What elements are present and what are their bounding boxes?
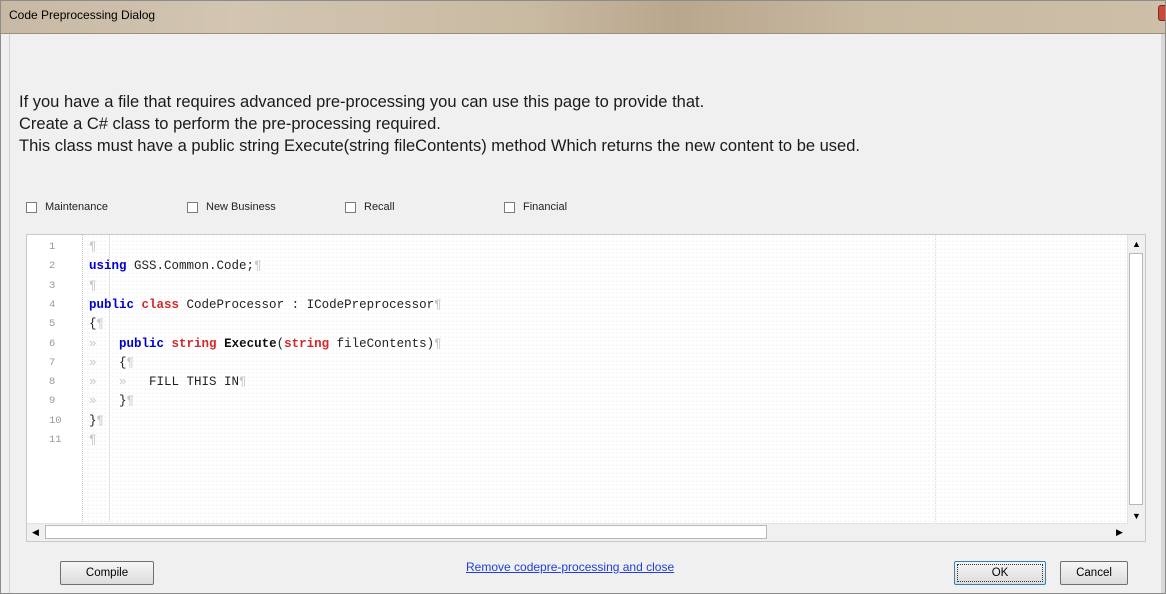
category-checkboxes: Maintenance New Business Recall Financia… <box>1 201 701 219</box>
checkbox-box[interactable] <box>345 201 356 213</box>
horizontal-scrollbar[interactable]: ◀ ▶ <box>27 523 1128 541</box>
pilcrow-icon: ¶ <box>89 240 97 254</box>
window-title: Code Preprocessing Dialog <box>9 8 156 22</box>
scrollbar-corner <box>1128 524 1145 541</box>
line-number: 11 <box>49 434 62 446</box>
window-left-edge <box>1 34 10 593</box>
line-number: 2 <box>49 260 56 273</box>
right-margin-line <box>935 235 936 524</box>
code-token: public <box>89 297 135 312</box>
code-token: CodeProcessor : ICodePreprocessor <box>179 297 435 312</box>
line-number: 6 <box>49 337 56 350</box>
line-number: 10 <box>49 414 62 427</box>
code-line[interactable]: » public string Execute(string fileConte… <box>89 337 442 351</box>
line-number: 4 <box>49 298 56 311</box>
code-token: ( <box>276 336 285 351</box>
instruction-line: This class must have a public string Exe… <box>19 137 860 155</box>
pilcrow-icon: ¶ <box>126 394 135 409</box>
pilcrow-icon: ¶ <box>126 355 135 370</box>
line-number: 8 <box>49 376 56 389</box>
code-line[interactable]: public class CodeProcessor : ICodePrepro… <box>89 298 442 312</box>
line-number: 1 <box>49 241 56 253</box>
code-line[interactable]: ¶ <box>89 279 97 293</box>
code-token: FILL THIS IN <box>149 375 240 390</box>
code-line[interactable]: {¶ <box>89 317 104 331</box>
code-editor[interactable]: 1 2 3 4 5 6 7 8 9 10 11 ¶ using GSS.Common.Code;¶ ¶ p… <box>26 234 1146 542</box>
title-bar[interactable]: Code Preprocessing Dialog <box>1 1 1165 34</box>
line-number: 9 <box>49 395 56 408</box>
code-text-area[interactable]: 1 2 3 4 5 6 7 8 9 10 11 ¶ using GSS.Common.Code;¶ ¶ p… <box>27 235 1128 524</box>
pilcrow-icon: ¶ <box>96 413 105 428</box>
scroll-down-arrow-icon[interactable]: ▼ <box>1128 507 1145 524</box>
scroll-up-arrow-icon[interactable]: ▲ <box>1128 235 1145 252</box>
line-number: 7 <box>49 356 56 369</box>
line-number: 5 <box>49 318 56 331</box>
instruction-line: If you have a file that requires advance… <box>19 93 705 111</box>
code-line[interactable]: using GSS.Common.Code;¶ <box>89 259 262 273</box>
scroll-right-arrow-icon[interactable]: ▶ <box>1111 524 1128 541</box>
checkbox-box[interactable] <box>504 201 515 213</box>
window-right-edge <box>1161 34 1165 593</box>
pilcrow-icon: ¶ <box>254 259 262 274</box>
code-line[interactable]: » » FILL THIS IN¶ <box>89 375 247 389</box>
checkbox-label: New Business <box>206 201 276 213</box>
code-preprocessing-dialog: Code Preprocessing Dialog If you have a … <box>0 0 1166 594</box>
pilcrow-icon: ¶ <box>96 317 105 332</box>
code-token: string <box>171 336 217 351</box>
code-token: » <box>89 394 120 409</box>
pilcrow-icon: ¶ <box>434 297 442 312</box>
cancel-button[interactable]: Cancel <box>1060 561 1128 585</box>
ok-button[interactable]: OK <box>954 561 1046 585</box>
code-line[interactable]: ¶ <box>89 433 97 447</box>
instructions-text: If you have a file that requires advance… <box>19 91 860 157</box>
code-token: » » <box>89 375 150 390</box>
code-token: GSS.Common.Code; <box>126 259 255 274</box>
pilcrow-icon: ¶ <box>434 336 442 351</box>
maintenance-checkbox[interactable]: Maintenance <box>26 201 108 213</box>
remove-preprocessing-link[interactable]: Remove codepre-processing and close <box>466 560 674 574</box>
close-icon[interactable] <box>1158 5 1165 21</box>
pilcrow-icon: ¶ <box>239 375 247 390</box>
checkbox-label: Recall <box>364 201 395 213</box>
code-line[interactable]: » {¶ <box>89 356 134 370</box>
code-line[interactable]: }¶ <box>89 414 104 428</box>
code-line[interactable]: » }¶ <box>89 394 134 408</box>
checkbox-label: Financial <box>523 201 568 213</box>
code-token: fileContents) <box>329 336 435 351</box>
financial-checkbox[interactable]: Financial <box>504 201 567 213</box>
code-token: » <box>89 355 120 370</box>
code-token: } <box>89 413 97 428</box>
pilcrow-icon: ¶ <box>89 433 97 447</box>
code-token: public <box>119 336 165 351</box>
checkbox-label: Maintenance <box>45 201 108 213</box>
pilcrow-icon: ¶ <box>89 278 97 293</box>
code-token: class <box>141 297 180 312</box>
code-token: string <box>284 336 330 351</box>
recall-checkbox[interactable]: Recall <box>345 201 395 213</box>
horizontal-scroll-thumb[interactable] <box>45 525 767 539</box>
code-token: Execute <box>224 336 277 351</box>
vertical-scrollbar[interactable]: ▲ ▼ <box>1127 235 1145 524</box>
checkbox-box[interactable] <box>26 201 37 213</box>
scroll-left-arrow-icon[interactable]: ◀ <box>27 524 44 541</box>
code-token: { <box>119 355 127 370</box>
code-token: { <box>89 317 97 332</box>
code-token: } <box>119 394 127 409</box>
code-token: » <box>89 336 120 351</box>
instruction-line: Create a C# class to perform the pre-pro… <box>19 115 441 133</box>
code-line[interactable]: ¶ <box>89 240 97 254</box>
compile-button[interactable]: Compile <box>60 561 154 585</box>
line-number-gutter: 1 2 3 4 5 6 7 8 9 10 11 <box>27 235 83 524</box>
vertical-scroll-thumb[interactable] <box>1129 253 1143 505</box>
new-business-checkbox[interactable]: New Business <box>187 201 276 213</box>
checkbox-box[interactable] <box>187 201 198 213</box>
code-token: using <box>89 259 127 274</box>
line-number: 3 <box>49 279 56 292</box>
